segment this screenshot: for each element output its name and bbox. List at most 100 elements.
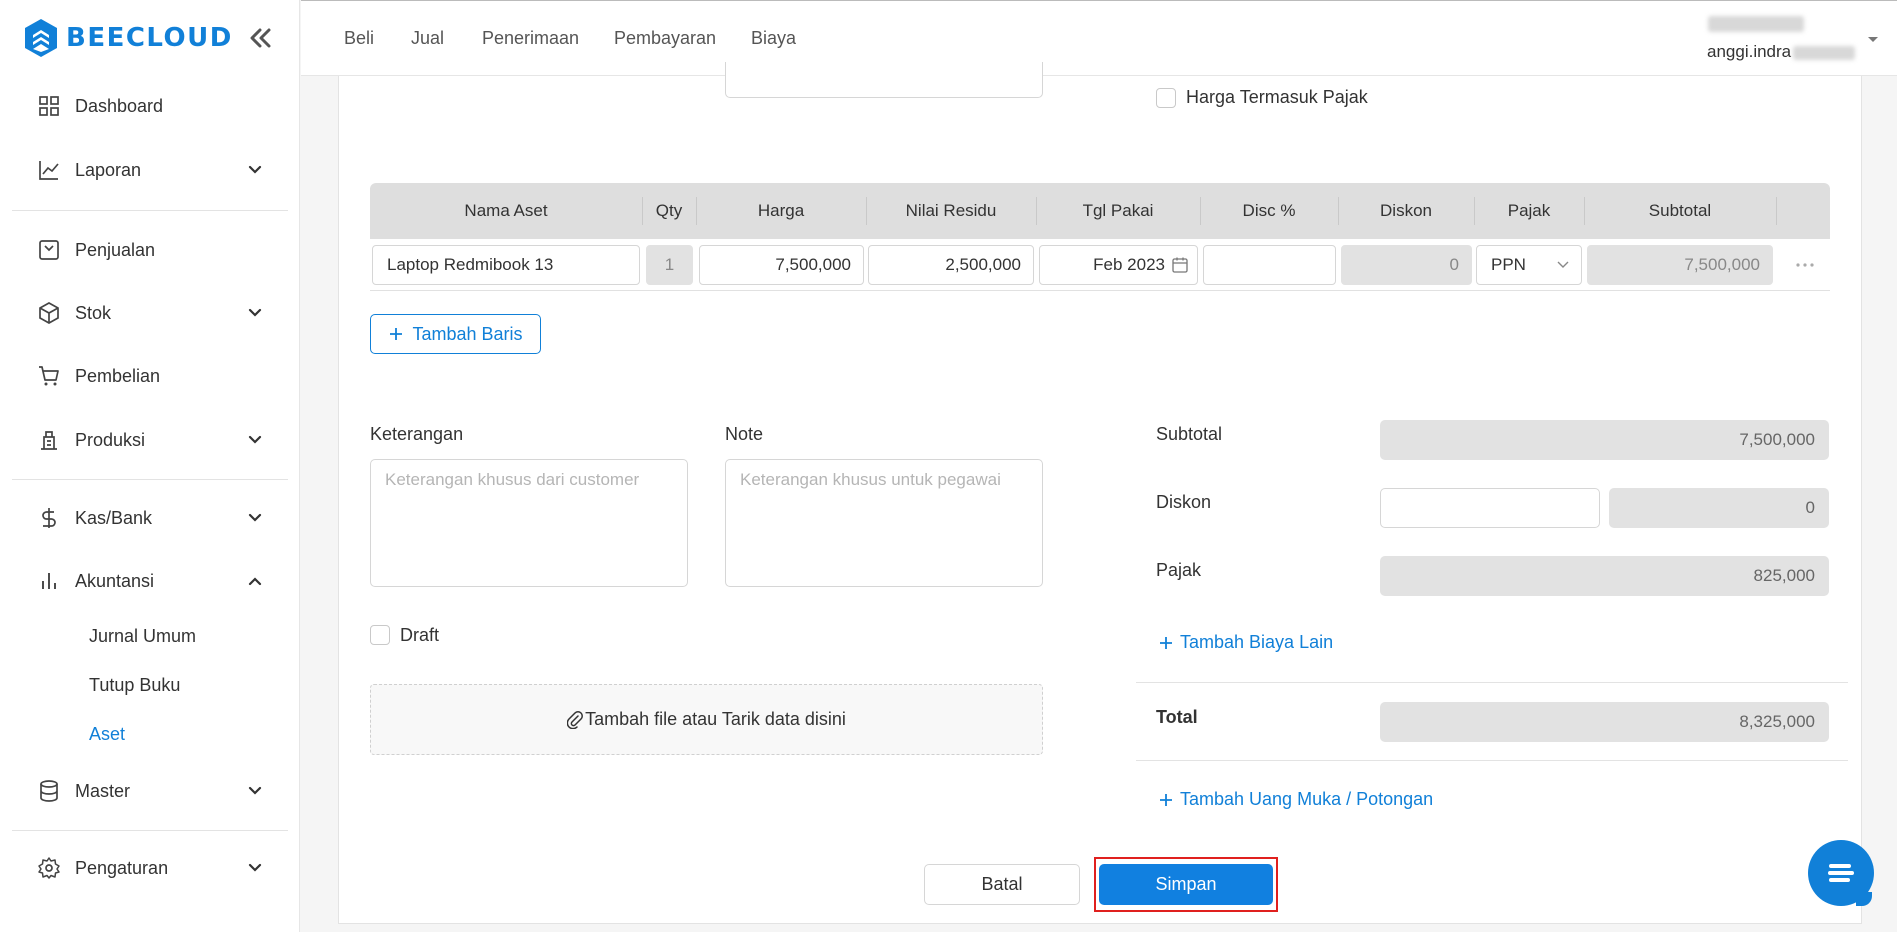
top-field-input[interactable] (725, 62, 1043, 98)
user-email-text: anggi.indra (1707, 42, 1792, 61)
subtotal-cell: 7,500,000 (1587, 245, 1773, 285)
sidebar-sub-aset[interactable]: Aset (89, 724, 125, 745)
col-subtotal: Subtotal (1648, 201, 1712, 220)
summary-diskon-label: Diskon (1156, 492, 1212, 512)
sidebar-item-dashboard[interactable]: Dashboard (0, 84, 300, 128)
topnav-pembayaran[interactable]: Pembayaran (614, 28, 716, 49)
sidebar-item-master[interactable]: Master (0, 769, 300, 813)
sales-icon (39, 240, 59, 260)
sidebar-item-penjualan[interactable]: Penjualan (0, 228, 300, 272)
save-button[interactable]: Simpan (1099, 864, 1273, 905)
note-label: Note (725, 424, 764, 444)
chevron-down-icon (248, 435, 262, 444)
summary-divider (1136, 760, 1848, 761)
sidebar-item-label: Produksi (75, 429, 146, 450)
file-dropzone[interactable]: Tambah file atau Tarik data disini (370, 684, 1043, 755)
col-nama-aset: Nama Aset (464, 201, 548, 220)
plus-icon (1160, 636, 1172, 649)
more-options-icon[interactable] (1790, 253, 1820, 277)
row-subtotal-value: 7,500,000 (1684, 255, 1760, 274)
topnav-jual[interactable]: Jual (411, 28, 444, 49)
sidebar-item-stok[interactable]: Stok (0, 291, 300, 335)
add-row-label: Tambah Baris (412, 323, 523, 344)
sidebar-sub-jurnal-umum[interactable]: Jurnal Umum (89, 626, 196, 647)
harga-input[interactable]: 7,500,000 (699, 245, 864, 285)
sidebar-item-produksi[interactable]: Produksi (0, 418, 300, 462)
top-bar: Beli Jual Penerimaan Pembayaran Biaya an… (301, 0, 1897, 76)
col-tgl-pakai: Tgl Pakai (1082, 201, 1154, 220)
plus-icon (390, 328, 403, 340)
topnav-biaya[interactable]: Biaya (751, 28, 796, 49)
chat-icon (1828, 864, 1854, 882)
summary-total-text: 8,325,000 (1739, 712, 1815, 731)
summary-subtotal-text: 7,500,000 (1739, 430, 1815, 449)
summary-total-label: Total (1156, 707, 1198, 727)
bar-chart-icon (42, 573, 56, 589)
paperclip-icon (567, 710, 584, 729)
sidebar-item-pembelian[interactable]: Pembelian (0, 354, 300, 398)
cart-icon (39, 366, 59, 386)
dollar-icon (42, 508, 56, 528)
chevron-up-icon (248, 577, 262, 586)
sidebar: BEECLOUD Dashboard Laporan Penjualan Sto… (0, 0, 300, 932)
residu-value: 2,500,000 (945, 255, 1021, 274)
chevron-down-icon (248, 513, 262, 522)
caret-down-icon[interactable] (1865, 31, 1881, 47)
sidebar-item-label: Pembelian (75, 365, 161, 386)
topnav-beli[interactable]: Beli (344, 28, 374, 49)
disc-pct-input[interactable] (1203, 245, 1336, 285)
nilai-residu-input[interactable]: 2,500,000 (868, 245, 1034, 285)
sidebar-item-label: Penjualan (75, 239, 156, 260)
add-row-button[interactable]: Tambah Baris (370, 314, 541, 354)
sidebar-sub-tutup-buku[interactable]: Tutup Buku (89, 675, 180, 696)
table-row: Laptop Redmibook 13 1 7,500,000 2,500,00… (370, 239, 1830, 291)
calendar-icon (1172, 257, 1188, 273)
sidebar-item-akuntansi[interactable]: Akuntansi (0, 559, 300, 603)
sidebar-item-laporan[interactable]: Laporan (0, 148, 300, 192)
chat-button[interactable] (1808, 840, 1874, 906)
user-email[interactable]: anggi.indra (1707, 42, 1856, 62)
tgl-pakai-picker[interactable]: Feb 2023 (1039, 245, 1198, 285)
topnav-penerimaan[interactable]: Penerimaan (482, 28, 579, 49)
col-qty: Qty (655, 201, 683, 220)
summary-diskon-value: 0 (1609, 488, 1829, 528)
asset-table-header: Nama Aset Qty Harga Nilai Residu Tgl Pak… (370, 183, 1830, 239)
cancel-button[interactable]: Batal (924, 864, 1080, 905)
dropzone-label: Tambah file atau Tarik data disini (585, 709, 846, 729)
note-placeholder: Keterangan khusus untuk pegawai (740, 470, 1001, 489)
col-nilai-residu: Nilai Residu (905, 201, 997, 220)
sidebar-item-label: Akuntansi (75, 570, 155, 591)
brand-logo[interactable]: BEECLOUD (24, 18, 233, 58)
note-textarea[interactable]: Keterangan khusus untuk pegawai (725, 459, 1043, 587)
sidebar-item-kas-bank[interactable]: Kas/Bank (0, 496, 300, 540)
chevron-down-icon (1557, 261, 1569, 268)
sidebar-divider (12, 210, 288, 211)
tax-included-checkbox[interactable] (1156, 88, 1176, 108)
diskon-value: 0 (1449, 255, 1459, 274)
chevron-down-icon (248, 786, 262, 795)
draft-checkbox[interactable] (370, 625, 390, 645)
sidebar-item-pengaturan[interactable]: Pengaturan (0, 846, 300, 890)
col-separator (1776, 197, 1777, 225)
save-label: Simpan (1155, 874, 1217, 894)
keterangan-textarea[interactable]: Keterangan khusus dari customer (370, 459, 688, 587)
box-icon (39, 302, 59, 324)
summary-subtotal-value: 7,500,000 (1380, 420, 1829, 460)
nama-aset-input[interactable]: Laptop Redmibook 13 (372, 245, 640, 285)
summary-diskon-input[interactable] (1380, 488, 1600, 528)
plus-icon (1160, 793, 1172, 806)
sidebar-divider (12, 479, 288, 480)
sidebar-item-label: Stok (75, 302, 112, 323)
user-company-redacted (1708, 16, 1804, 32)
sidebar-divider (12, 830, 288, 831)
add-other-cost-link[interactable]: Tambah Biaya Lain (1158, 632, 1333, 653)
pajak-select[interactable]: PPN (1476, 245, 1582, 285)
factory-icon (41, 431, 57, 450)
sidebar-item-label: Pengaturan (75, 857, 169, 878)
summary-diskon-text: 0 (1805, 498, 1815, 517)
diskon-input: 0 (1341, 245, 1472, 285)
summary-total-value: 8,325,000 (1380, 702, 1829, 742)
collapse-sidebar-icon[interactable] (246, 24, 274, 52)
add-advance-link[interactable]: Tambah Uang Muka / Potongan (1158, 789, 1433, 810)
summary-pajak-text: 825,000 (1753, 566, 1815, 585)
